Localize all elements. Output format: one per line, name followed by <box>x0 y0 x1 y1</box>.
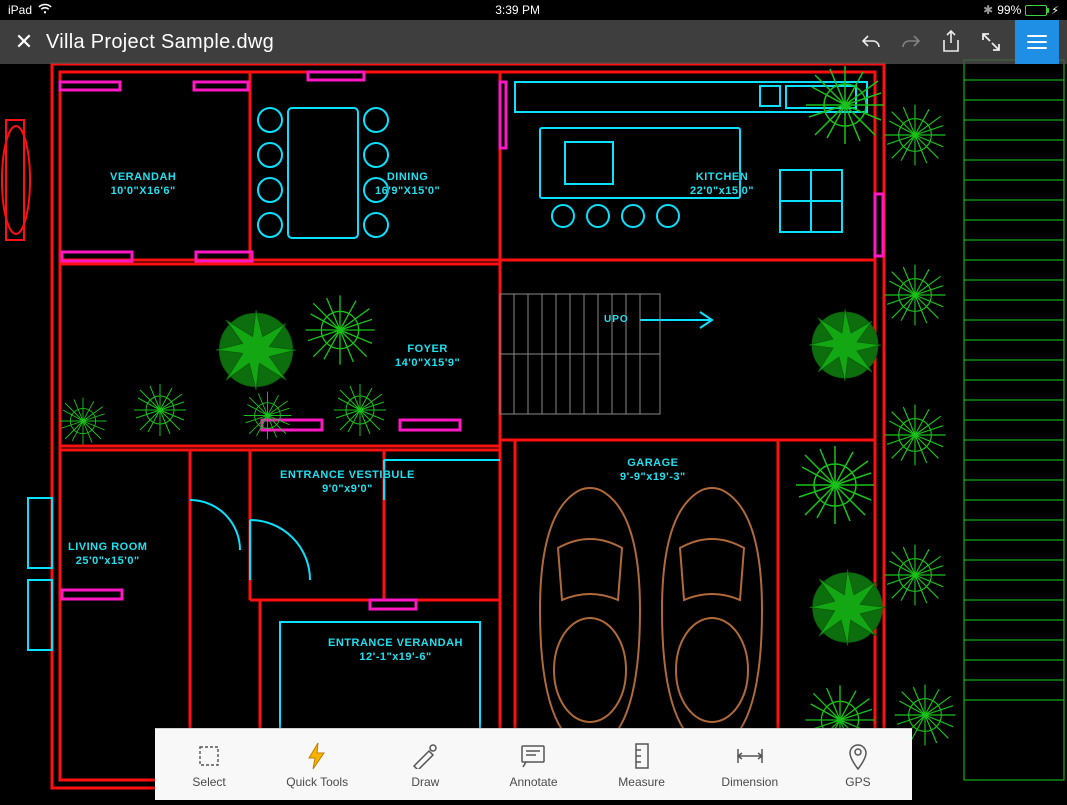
measure-icon <box>627 741 657 771</box>
tool-gps[interactable]: GPS <box>804 729 912 800</box>
wifi-icon <box>38 3 52 17</box>
tool-select[interactable]: Select <box>155 729 263 800</box>
ios-status-bar: iPad 3:39 PM ✱ 99% ⚡︎ <box>0 0 1067 20</box>
device-name: iPad <box>8 3 32 17</box>
fullscreen-button[interactable] <box>971 22 1011 62</box>
tool-dimension[interactable]: Dimension <box>696 729 804 800</box>
menu-button[interactable] <box>1015 20 1059 64</box>
share-button[interactable] <box>931 22 971 62</box>
battery-icon <box>1025 5 1047 16</box>
hamburger-icon <box>1027 35 1047 49</box>
dimension-icon <box>735 741 765 771</box>
tool-quick-tools[interactable]: Quick Tools <box>263 729 371 800</box>
tool-measure[interactable]: Measure <box>588 729 696 800</box>
redo-button[interactable] <box>891 22 931 62</box>
gps-icon <box>843 741 873 771</box>
select-icon <box>194 741 224 771</box>
drawing-canvas[interactable] <box>0 0 1067 800</box>
app-header: ✕ Villa Project Sample.dwg <box>0 20 1067 64</box>
bluetooth-icon: ✱ <box>983 3 993 17</box>
annotate-icon <box>518 741 548 771</box>
draw-icon <box>410 741 440 771</box>
undo-button[interactable] <box>851 22 891 62</box>
bolt-icon <box>302 741 332 771</box>
battery-percent: 99% <box>997 3 1021 17</box>
file-title: Villa Project Sample.dwg <box>46 31 851 54</box>
close-button[interactable]: ✕ <box>8 26 40 58</box>
tool-annotate[interactable]: Annotate <box>479 729 587 800</box>
tool-draw[interactable]: Draw <box>371 729 479 800</box>
label-stair-upo: UPO <box>604 314 629 325</box>
clock: 3:39 PM <box>495 3 540 17</box>
bottom-toolbar: Select Quick Tools Draw Annotate Measure… <box>155 728 912 800</box>
charging-icon: ⚡︎ <box>1051 4 1059 17</box>
